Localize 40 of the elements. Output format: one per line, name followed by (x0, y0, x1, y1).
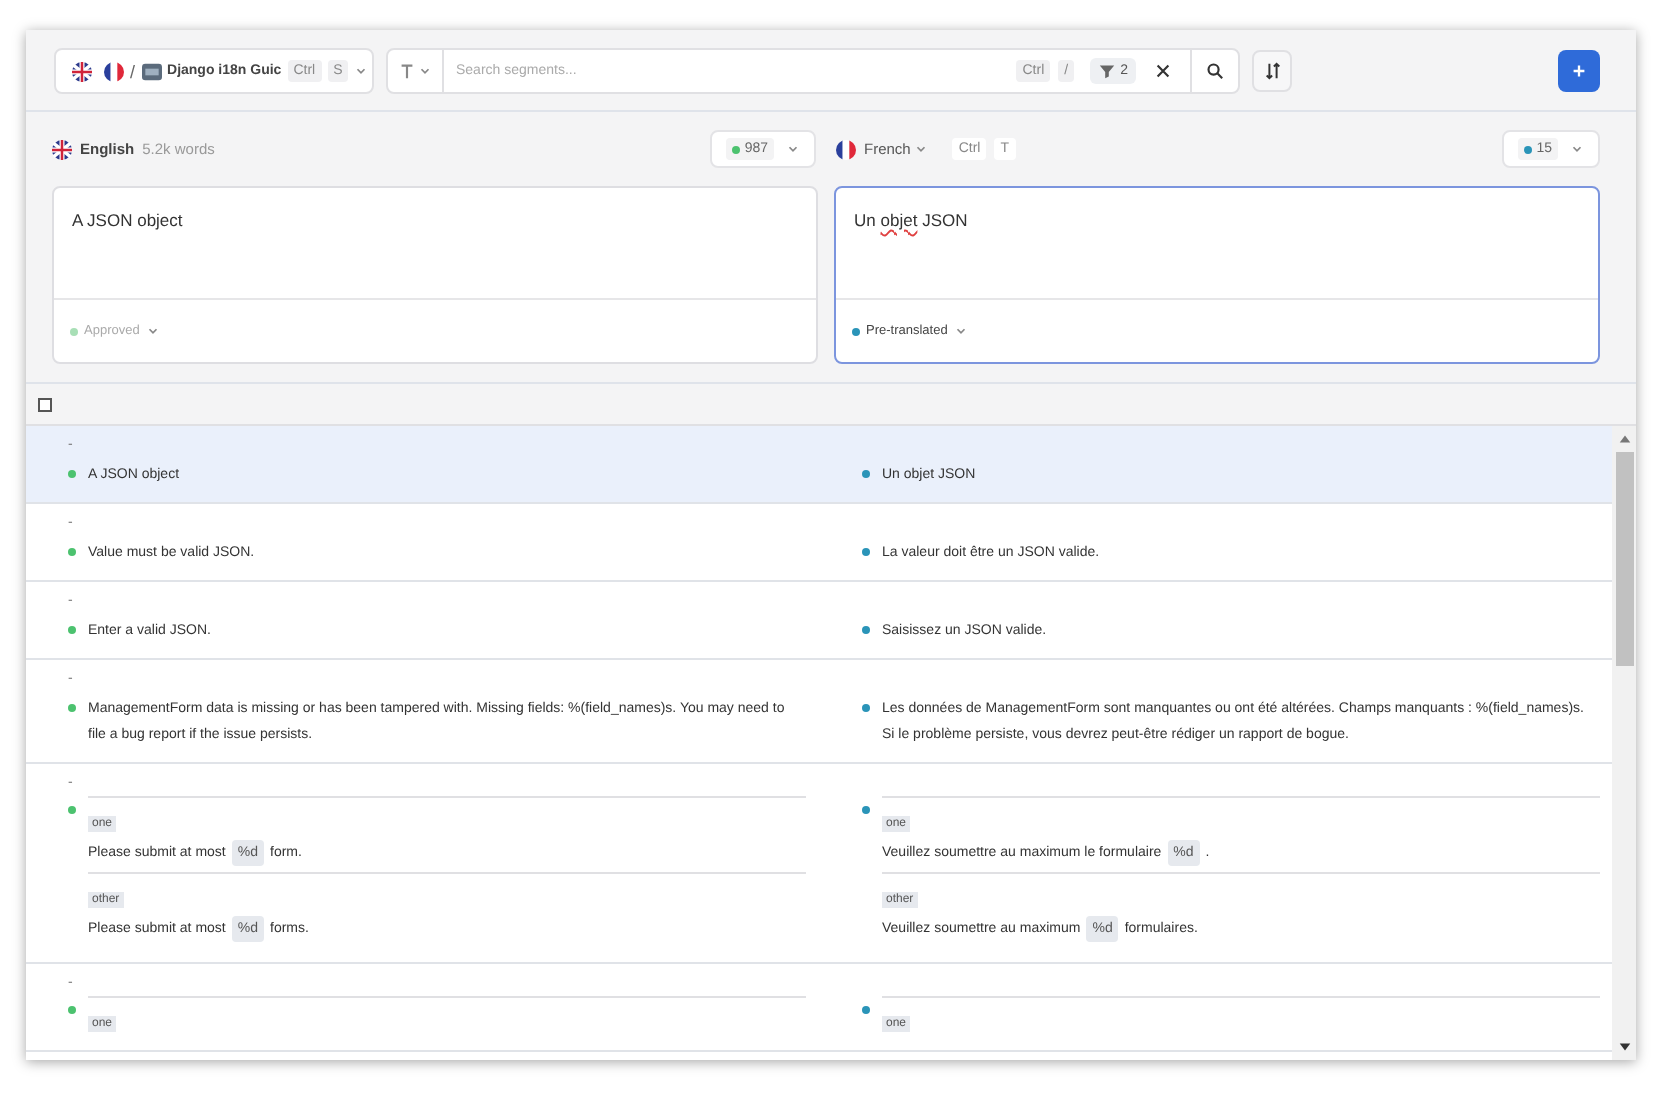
select-all-checkbox[interactable] (38, 397, 52, 411)
status-dot (68, 1006, 76, 1014)
plus-icon (1570, 62, 1588, 80)
sort-button[interactable] (1252, 50, 1292, 92)
chevron-down-icon (786, 142, 800, 156)
filter-icon (1098, 62, 1117, 80)
source-text: A JSON object (70, 208, 185, 234)
uk-flag-icon (52, 139, 72, 159)
add-button[interactable] (1558, 50, 1600, 92)
status-dot (68, 626, 76, 634)
chevron-down-icon (145, 324, 160, 338)
status-dot (862, 704, 870, 712)
chevron-down-icon (1570, 142, 1584, 156)
chevron-down-icon (914, 142, 929, 156)
scroll-up-icon[interactable] (1617, 432, 1631, 446)
status-dot (68, 470, 76, 478)
chevron-down-icon (953, 324, 968, 338)
translation-text[interactable]: Un objet JSON (836, 188, 1598, 298)
chevron-down-icon (418, 64, 432, 78)
france-flag-icon (836, 139, 856, 159)
chevron-down-icon (354, 64, 369, 78)
close-icon (1154, 62, 1172, 80)
scroll-thumb[interactable] (1615, 452, 1633, 666)
uk-flag-icon (72, 61, 92, 81)
sort-icon (1263, 62, 1281, 80)
separator: / (130, 61, 136, 81)
status-dot (862, 626, 870, 634)
text-icon (398, 62, 416, 80)
search-icon (1206, 62, 1224, 80)
status-dot (862, 1006, 870, 1014)
france-flag-icon (104, 61, 124, 81)
status-dot (68, 548, 76, 556)
status-dot (862, 548, 870, 556)
scrollbar[interactable] (1612, 426, 1636, 1060)
status-dot (68, 806, 76, 814)
status-dot (862, 806, 870, 814)
status-dot (862, 470, 870, 478)
project-icon (141, 61, 162, 81)
scroll-down-icon[interactable] (1617, 1040, 1631, 1054)
status-dot (68, 704, 76, 712)
